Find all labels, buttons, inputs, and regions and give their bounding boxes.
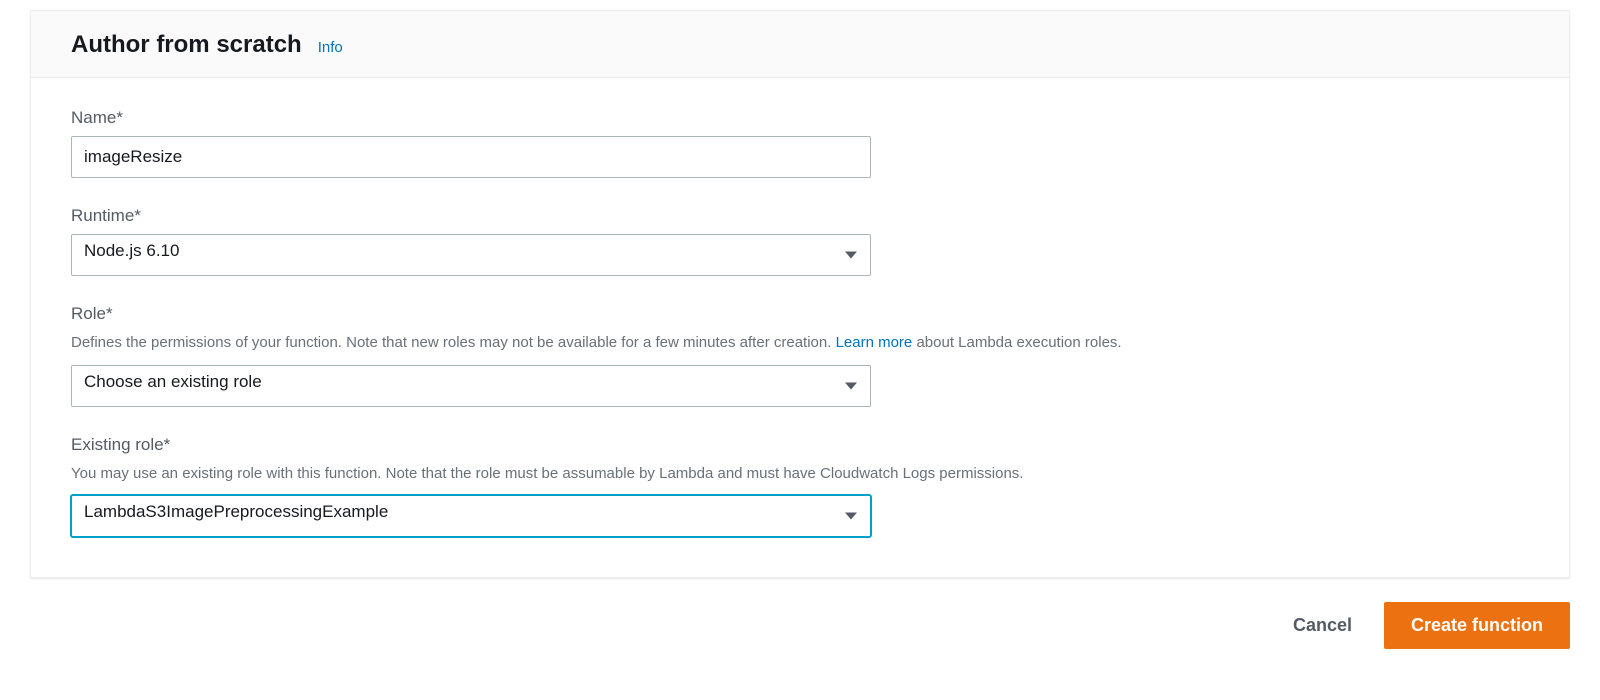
panel-body: Name* Runtime* Node.js 6.10 Role* Define… bbox=[31, 78, 1569, 577]
existing-role-help-text: You may use an existing role with this f… bbox=[71, 463, 1529, 486]
role-help-after: about Lambda execution roles. bbox=[912, 334, 1121, 351]
form-group-role: Role* Defines the permissions of your fu… bbox=[71, 304, 1529, 407]
cancel-button[interactable]: Cancel bbox=[1285, 605, 1360, 646]
name-input[interactable] bbox=[71, 136, 871, 178]
panel-title: Author from scratch bbox=[71, 31, 302, 59]
info-link[interactable]: Info bbox=[318, 39, 343, 56]
footer-actions: Cancel Create function bbox=[30, 578, 1570, 659]
form-group-existing-role: Existing role* You may use an existing r… bbox=[71, 435, 1529, 538]
panel-header: Author from scratch Info bbox=[31, 11, 1569, 78]
runtime-select-wrap: Node.js 6.10 bbox=[71, 234, 871, 276]
author-from-scratch-panel: Author from scratch Info Name* Runtime* … bbox=[30, 10, 1570, 578]
runtime-select[interactable]: Node.js 6.10 bbox=[71, 234, 871, 276]
form-group-runtime: Runtime* Node.js 6.10 bbox=[71, 206, 1529, 276]
existing-role-select-wrap: LambdaS3ImagePreprocessingExample bbox=[71, 495, 871, 537]
role-label: Role* bbox=[71, 304, 1529, 324]
existing-role-label: Existing role* bbox=[71, 435, 1529, 455]
create-function-button[interactable]: Create function bbox=[1384, 602, 1570, 649]
role-select[interactable]: Choose an existing role bbox=[71, 365, 871, 407]
role-select-wrap: Choose an existing role bbox=[71, 365, 871, 407]
name-label: Name* bbox=[71, 108, 1529, 128]
role-help-text: Defines the permissions of your function… bbox=[71, 332, 1529, 355]
runtime-label: Runtime* bbox=[71, 206, 1529, 226]
form-group-name: Name* bbox=[71, 108, 1529, 178]
learn-more-link[interactable]: Learn more bbox=[836, 334, 913, 351]
role-help-before: Defines the permissions of your function… bbox=[71, 334, 836, 351]
existing-role-select[interactable]: LambdaS3ImagePreprocessingExample bbox=[71, 495, 871, 537]
